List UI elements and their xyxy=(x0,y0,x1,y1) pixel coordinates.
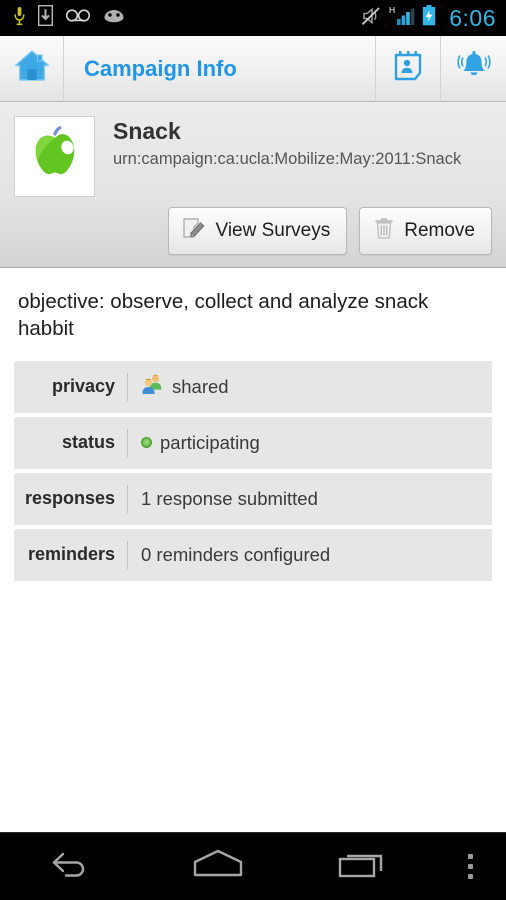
page-title: Campaign Info xyxy=(84,55,237,81)
download-icon xyxy=(37,4,54,31)
campaign-description: objective: observe, collect and analyze … xyxy=(18,290,429,341)
info-value-privacy: shared xyxy=(172,375,229,397)
two-people-icon xyxy=(141,373,164,400)
info-label-privacy: privacy xyxy=(51,376,115,396)
nav-home-button[interactable] xyxy=(145,848,290,885)
campaign-icon-container xyxy=(14,116,95,197)
status-bar-right-icons: H 6:06 xyxy=(360,5,496,32)
campaign-info-list: privacy shared status participating resp… xyxy=(14,360,492,581)
info-value-reminders-wrap: 0 reminders configured xyxy=(128,544,330,566)
info-value-responses-wrap: 1 response submitted xyxy=(128,488,318,510)
trash-icon xyxy=(373,216,395,246)
campaign-name: Snack xyxy=(113,118,181,144)
voicemail-icon xyxy=(65,9,91,27)
silent-mode-icon xyxy=(360,6,382,31)
campaign-urn: urn:campaign:ca:ucla:Mobilize:May:2011:S… xyxy=(113,150,462,169)
action-bar-title-area: Campaign Info xyxy=(64,36,376,101)
svg-text:H: H xyxy=(389,5,395,15)
back-icon xyxy=(49,848,97,885)
remove-button[interactable]: Remove xyxy=(359,207,492,255)
info-row-reminders[interactable]: reminders 0 reminders configured xyxy=(14,528,492,581)
status-bar: H 6:06 xyxy=(0,0,506,36)
nav-back-button[interactable] xyxy=(0,848,145,885)
campaign-text-block: Snack urn:campaign:ca:ucla:Mobilize:May:… xyxy=(95,116,492,171)
info-label-reminders: reminders xyxy=(27,544,115,564)
nav-overflow-button[interactable] xyxy=(436,854,506,879)
info-row-status[interactable]: status participating xyxy=(14,416,492,469)
info-row-responses[interactable]: responses 1 response submitted xyxy=(14,472,492,525)
action-bar: Campaign Info xyxy=(0,36,506,102)
android-head-icon xyxy=(103,8,125,28)
campaign-header: Snack urn:campaign:ca:ucla:Mobilize:May:… xyxy=(0,102,506,268)
green-status-dot xyxy=(141,437,152,448)
view-surveys-button[interactable]: View Surveys xyxy=(168,207,348,255)
profile-card-icon xyxy=(393,50,423,87)
bell-icon xyxy=(456,50,492,87)
info-row-privacy[interactable]: privacy shared xyxy=(14,360,492,413)
green-apple-icon xyxy=(22,121,88,192)
action-bar-home-button[interactable] xyxy=(0,36,64,101)
info-value-reminders: 0 reminders configured xyxy=(141,543,331,565)
info-value-status-wrap: participating xyxy=(128,432,260,454)
campaign-header-top: Snack urn:campaign:ca:ucla:Mobilize:May:… xyxy=(14,116,492,197)
battery-charging-icon xyxy=(422,5,436,31)
info-label-status: status xyxy=(61,432,115,452)
campaign-actions: View Surveys Remove xyxy=(14,207,492,255)
recents-icon xyxy=(336,848,390,885)
remove-label: Remove xyxy=(404,220,475,241)
pencil-edit-icon xyxy=(182,216,206,246)
home-icon xyxy=(13,49,51,88)
overflow-menu-icon xyxy=(468,854,474,879)
action-bar-profile-button[interactable] xyxy=(376,36,441,101)
info-value-status: participating xyxy=(160,431,260,453)
android-screen: H 6:06 Campaign Info Snack urn:campaign:… xyxy=(0,0,506,900)
info-value-responses: 1 response submitted xyxy=(141,487,318,509)
campaign-detail-content: objective: observe, collect and analyze … xyxy=(0,268,506,581)
signal-h-icon: H xyxy=(389,5,415,31)
microphone-icon xyxy=(14,6,25,31)
info-label-responses: responses xyxy=(24,488,115,508)
status-bar-left-icons xyxy=(14,4,360,31)
system-navigation-bar xyxy=(0,832,506,900)
nav-recents-button[interactable] xyxy=(291,848,436,885)
view-surveys-label: View Surveys xyxy=(215,220,331,241)
home-icon xyxy=(190,848,246,885)
action-bar-notifications-button[interactable] xyxy=(441,36,506,101)
info-value-privacy-wrap: shared xyxy=(128,373,229,400)
status-bar-clock: 6:06 xyxy=(449,4,496,31)
